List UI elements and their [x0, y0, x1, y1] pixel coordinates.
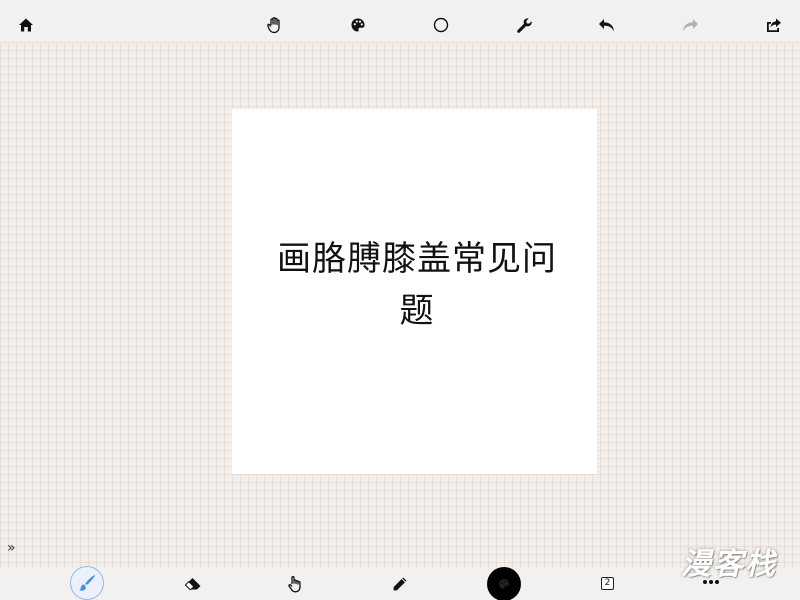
redo-icon[interactable] [675, 10, 705, 40]
canvas-title-text: 画胳膊膝盖常见问题 [277, 239, 557, 331]
home-icon[interactable] [11, 10, 41, 40]
top-toolbar [0, 0, 800, 42]
brush-tool-button[interactable] [70, 566, 104, 600]
brush-icon [79, 575, 95, 591]
color-picker-button[interactable] [487, 567, 521, 600]
palette-icon[interactable] [343, 10, 373, 40]
undo-icon[interactable] [592, 10, 622, 40]
color-icon [499, 579, 509, 589]
pencil-icon[interactable] [385, 569, 415, 599]
circle-icon[interactable] [426, 10, 456, 40]
more-icon[interactable] [703, 578, 721, 586]
hand-icon[interactable] [260, 10, 290, 40]
drawing-canvas[interactable]: 画胳膊膝盖常见问题 [232, 109, 597, 474]
layers-icon[interactable]: 2 [601, 577, 614, 590]
share-icon[interactable] [758, 10, 788, 40]
watermark-logo: 漫客栈 [681, 547, 777, 582]
smudge-icon[interactable] [280, 569, 310, 599]
sidebar-toggle-button[interactable]: » [7, 540, 23, 556]
eraser-icon[interactable] [178, 569, 208, 599]
wrench-icon[interactable] [509, 10, 539, 40]
